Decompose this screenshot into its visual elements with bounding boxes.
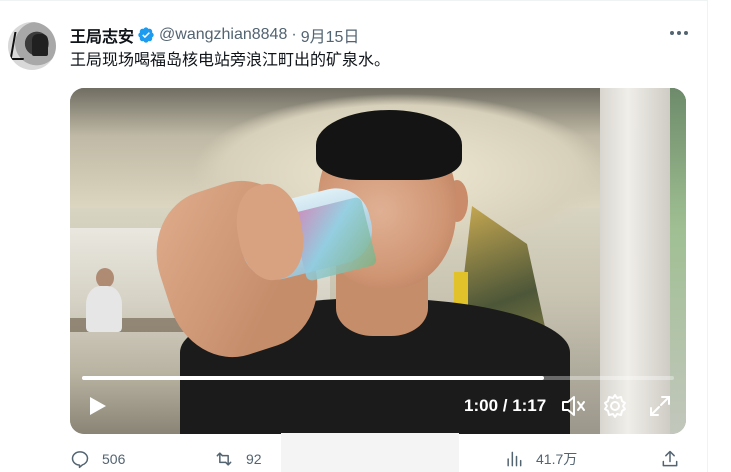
video-player[interactable]: 1:00 / 1:17: [70, 88, 686, 434]
retweet-icon: [216, 452, 232, 466]
settings-icon[interactable]: [602, 391, 628, 421]
video-frame-window: [670, 88, 686, 434]
top-divider: [0, 0, 708, 1]
tweet-text: 王局现场喝福岛核电站旁浪江町出的矿泉水。: [70, 52, 391, 69]
retweet-button[interactable]: 92: [214, 446, 262, 472]
separator-dot: ·: [291, 26, 297, 43]
author-handle[interactable]: @wangzhian8848: [159, 26, 287, 44]
views-button[interactable]: 41.7万: [504, 446, 577, 472]
video-time: 1:00 / 1:17: [464, 396, 547, 415]
verified-badge-icon: [138, 27, 154, 43]
fullscreen-icon[interactable]: [647, 391, 673, 421]
video-frame-bg-person-head: [96, 268, 114, 288]
avatar[interactable]: [8, 22, 56, 70]
video-frame-pillar: [600, 88, 670, 434]
share-icon: [662, 450, 678, 467]
views-icon: [507, 451, 522, 467]
volume-icon[interactable]: [560, 391, 586, 421]
avatar-figure: [32, 34, 48, 56]
views-count: 41.7万: [536, 451, 578, 467]
video-frame-bg-person: [86, 286, 122, 332]
reply-button[interactable]: 506: [70, 446, 125, 472]
video-frame-hair: [316, 110, 462, 180]
more-options-icon[interactable]: [668, 26, 690, 40]
play-icon[interactable]: [86, 391, 110, 421]
reply-count: 506: [102, 451, 126, 467]
tweet-header: 王局志安 @wangzhian8848 · 9月15日: [70, 24, 359, 46]
author-name[interactable]: 王局志安: [70, 23, 134, 47]
redacted-area: [281, 433, 459, 472]
share-button[interactable]: [660, 446, 692, 472]
retweet-count: 92: [246, 451, 262, 467]
avatar-calligraphy: [9, 32, 29, 60]
right-divider: [707, 0, 708, 472]
reply-icon: [71, 451, 89, 469]
video-progress-bar[interactable]: [82, 376, 674, 380]
video-progress-fill: [82, 376, 544, 380]
tweet-card[interactable]: 王局志安 @wangzhian8848 · 9月15日 王局现场喝福岛核电站旁浪…: [0, 0, 708, 472]
tweet-date[interactable]: 9月15日: [301, 23, 360, 47]
